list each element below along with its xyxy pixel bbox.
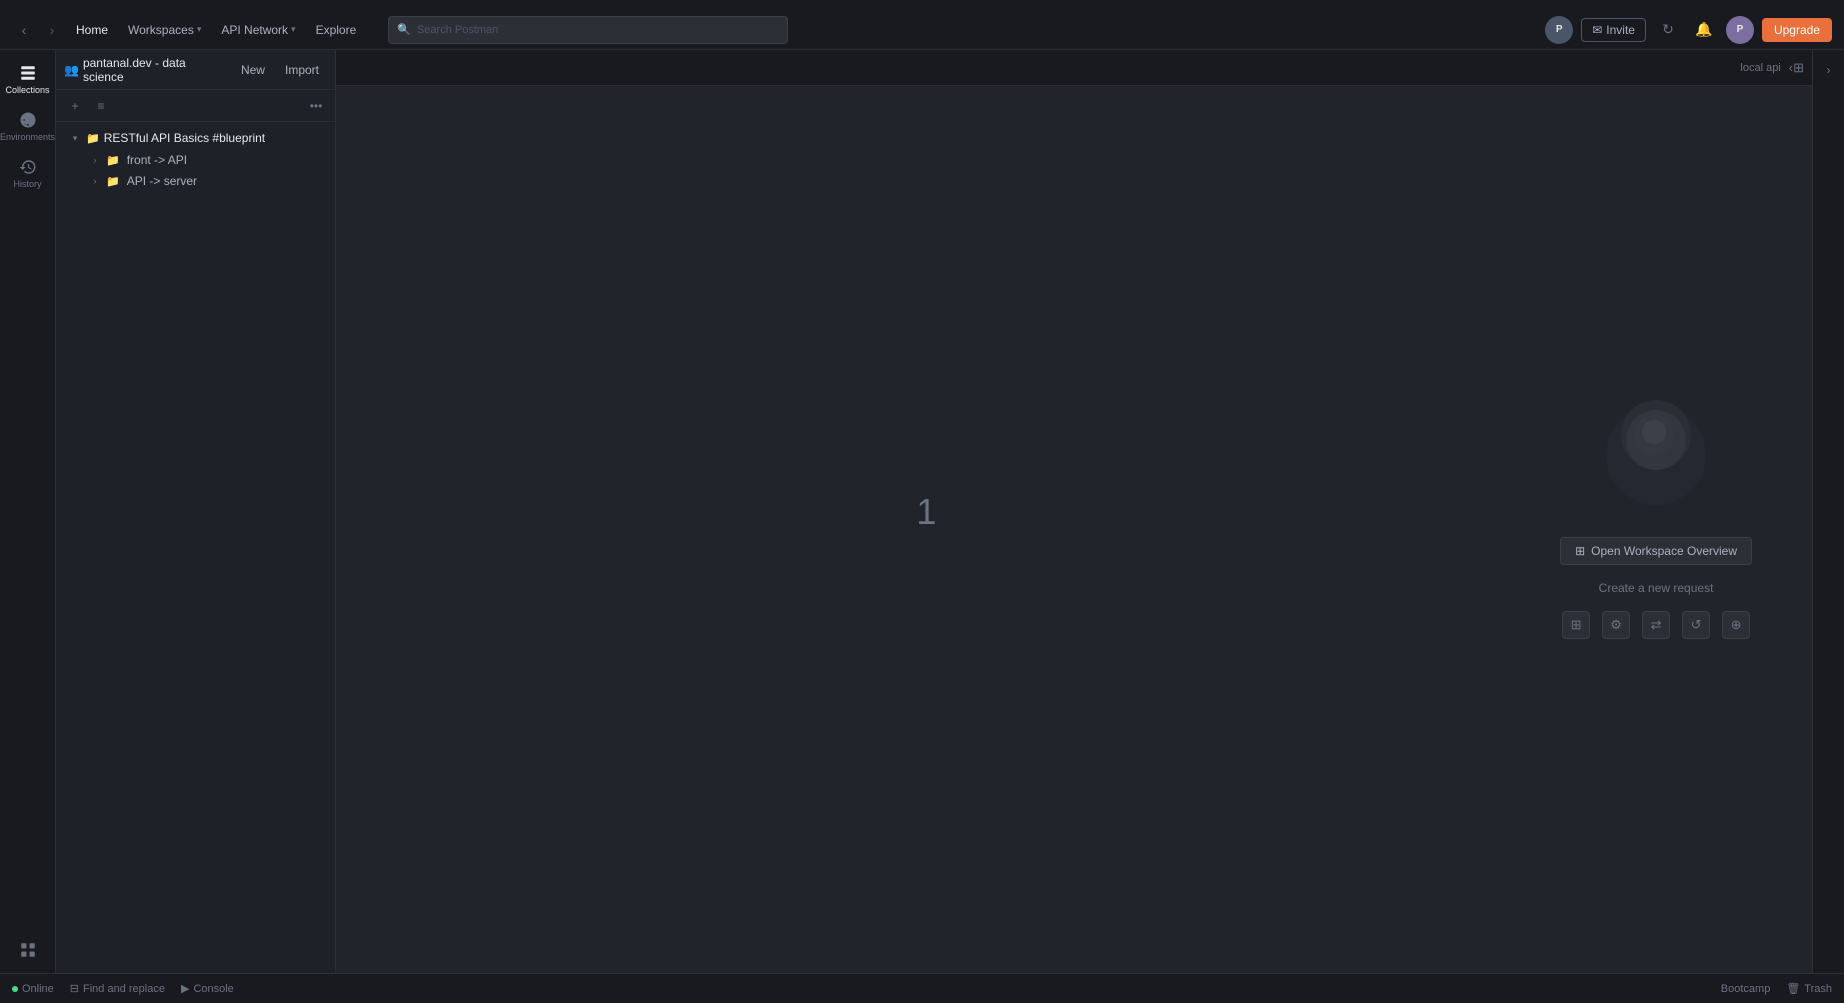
find-replace-label: Find and replace <box>83 983 165 995</box>
nav-explore[interactable]: Explore <box>308 19 365 41</box>
history-label: History <box>13 179 41 189</box>
history-icon <box>19 158 37 176</box>
sidebar-item-apps[interactable] <box>6 935 50 965</box>
list-view-button[interactable]: ≡ <box>90 95 112 117</box>
center-number: 1 <box>916 491 936 533</box>
workspaces-chevron-icon: ▾ <box>197 24 202 35</box>
open-workspace-overview-button[interactable]: ⊞ Open Workspace Overview <box>1560 537 1752 565</box>
collections-list: ▾ 📁 RESTful API Basics #blueprint › 📁 fr… <box>56 122 335 973</box>
environments-label: Environments <box>0 132 55 142</box>
find-replace-icon: ⊟ <box>70 982 79 995</box>
main-layout: Collections Environments History <box>0 50 1844 973</box>
title-bar <box>0 0 1844 10</box>
collection-folder-icon: 📁 <box>86 132 100 145</box>
request-icon-refresh[interactable]: ↺ <box>1682 611 1710 639</box>
console-label: Console <box>193 983 233 995</box>
workspace-overview: ⊞ Open Workspace Overview Create a new r… <box>1560 385 1752 639</box>
online-label: Online <box>22 983 54 995</box>
main-content: local api ‹ ⊞ 1 ⊞ Open Workspace Overvie… <box>336 50 1812 973</box>
trash-icon: 🗑 <box>1786 982 1800 995</box>
environments-icon <box>19 111 37 129</box>
local-api-label: local api <box>1740 62 1780 74</box>
collections-label: Collections <box>5 85 49 95</box>
folder-expand-icon-server[interactable]: › <box>88 174 102 188</box>
nav-forward-button[interactable]: › <box>40 18 64 42</box>
collections-icon <box>19 64 37 82</box>
collection-expand-icon[interactable]: ▾ <box>68 131 82 145</box>
status-right: Bootcamp 🗑 Trash <box>1721 982 1832 995</box>
ghost-circle-core <box>1642 420 1666 444</box>
collections-panel: 👥 pantanal.dev - data science New Import… <box>56 50 336 973</box>
right-panel-close-button[interactable]: › <box>1817 58 1841 82</box>
request-icon-grid[interactable]: ⊞ <box>1562 611 1590 639</box>
folder-expand-icon[interactable]: › <box>88 153 102 167</box>
folder-icon-server: 📁 <box>106 175 120 188</box>
nav-home[interactable]: Home <box>68 19 116 41</box>
online-dot <box>12 986 18 992</box>
console-button[interactable]: ▶ Console <box>181 982 234 995</box>
nav-workspaces[interactable]: Workspaces ▾ <box>120 19 209 41</box>
invite-button[interactable]: ✉ Invite <box>1581 18 1646 42</box>
bootcamp-button[interactable]: Bootcamp <box>1721 983 1771 995</box>
sidebar-item-collections[interactable]: Collections <box>6 58 50 101</box>
upgrade-button[interactable]: Upgrade <box>1762 18 1832 42</box>
status-bar: Online ⊟ Find and replace ▶ Console Boot… <box>0 973 1844 1003</box>
add-collection-button[interactable]: + <box>64 95 86 117</box>
collection-title: RESTful API Basics #blueprint <box>104 131 323 145</box>
api-network-chevron-icon: ▾ <box>291 24 296 35</box>
request-icons-row: ⊞ ⚙ ⇄ ↺ ⊕ <box>1562 611 1750 639</box>
search-placeholder: Search Postman <box>417 24 498 36</box>
more-options-button[interactable]: ••• <box>305 95 327 117</box>
workspace-icon: 👥 <box>64 63 79 77</box>
folder-name-api-server: API -> server <box>127 174 197 188</box>
sidebar-item-history[interactable]: History <box>6 152 50 195</box>
notification-button[interactable]: 🔔 <box>1690 16 1718 44</box>
nav-back-button[interactable]: ‹ <box>12 18 36 42</box>
nav-api-network[interactable]: API Network ▾ <box>213 19 303 41</box>
right-panel: › <box>1812 50 1844 973</box>
bootcamp-label: Bootcamp <box>1721 983 1771 995</box>
folder-name-front-api: front -> API <box>127 153 187 167</box>
collections-header: 👥 pantanal.dev - data science New Import <box>56 50 335 90</box>
workspace-name: pantanal.dev - data science <box>83 56 229 84</box>
apps-icon <box>19 941 37 959</box>
sidebar-item-environments[interactable]: Environments <box>6 105 50 148</box>
invite-icon: ✉ <box>1592 23 1602 37</box>
nav-right: P ✉ Invite ↻ 🔔 P Upgrade <box>1545 16 1832 44</box>
folder-item-api-server[interactable]: › 📁 API -> server <box>60 171 331 191</box>
workspace-overview-icon: ⊞ <box>1575 544 1585 558</box>
search-bar[interactable]: 🔍 Search Postman <box>388 16 788 44</box>
import-button[interactable]: Import <box>277 60 327 80</box>
request-icon-add[interactable]: ⊕ <box>1722 611 1750 639</box>
collections-toolbar: + ≡ ••• <box>56 90 335 122</box>
find-replace-button[interactable]: ⊟ Find and replace <box>70 982 165 995</box>
collection-item-restful[interactable]: ▾ 📁 RESTful API Basics #blueprint <box>60 127 331 149</box>
expand-panel-button[interactable]: ⊞ <box>1793 60 1804 76</box>
workspace-ghost-illustration <box>1596 385 1716 525</box>
user-avatar-small[interactable]: P <box>1545 16 1573 44</box>
workspace-overview-label: Open Workspace Overview <box>1591 544 1737 558</box>
nav-bar: ‹ › Home Workspaces ▾ API Network ▾ Expl… <box>0 10 1844 50</box>
trash-button[interactable]: 🗑 Trash <box>1786 982 1832 995</box>
request-icon-transfer[interactable]: ⇄ <box>1642 611 1670 639</box>
folder-item-front-api[interactable]: › 📁 front -> API <box>60 150 331 170</box>
online-status[interactable]: Online <box>12 983 54 995</box>
user-avatar[interactable]: P <box>1726 16 1754 44</box>
search-icon: 🔍 <box>397 23 411 36</box>
icon-sidebar: Collections Environments History <box>0 50 56 973</box>
request-icon-gear[interactable]: ⚙ <box>1602 611 1630 639</box>
sync-icon-button[interactable]: ↻ <box>1654 16 1682 44</box>
console-icon: ▶ <box>181 982 189 995</box>
folder-icon-front: 📁 <box>106 154 120 167</box>
trash-label: Trash <box>1804 983 1832 995</box>
new-collection-button[interactable]: New <box>233 60 273 80</box>
create-request-label: Create a new request <box>1599 581 1714 595</box>
